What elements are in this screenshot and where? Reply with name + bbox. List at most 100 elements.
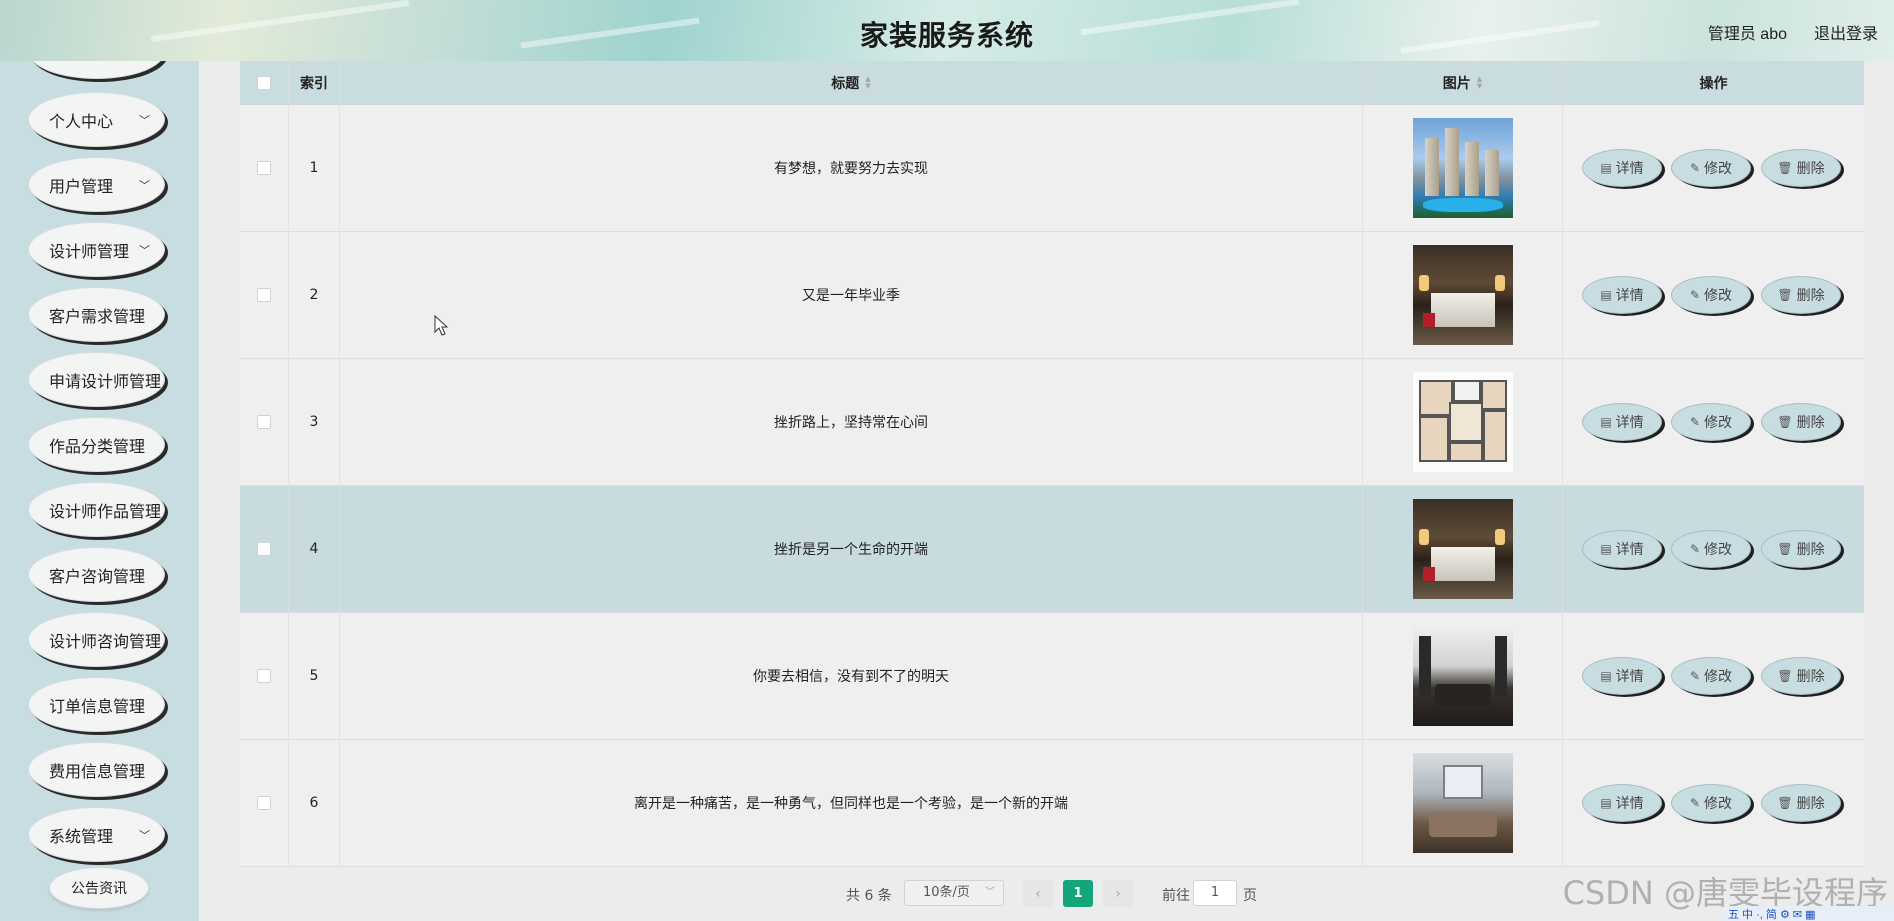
edit-button[interactable]: ✎ 修改 xyxy=(1671,530,1751,568)
detail-button[interactable]: ▤ 详情 xyxy=(1582,530,1662,568)
sidebar-item-label: 作品分类管理 xyxy=(49,436,146,456)
detail-button[interactable]: ▤ 详情 xyxy=(1582,657,1662,695)
table-row[interactable]: 5 你要去相信，没有到不了的明天 ▤ 详情 ✎ 修改 🗑 删除 xyxy=(240,613,1864,740)
row-select-cell xyxy=(240,613,289,739)
select-all-checkbox[interactable] xyxy=(257,76,271,90)
chevron-down-icon: ﹀ xyxy=(985,887,995,898)
table-body: 1 有梦想，就要努力去实现 ▤ 详情 ✎ 修改 🗑 删除 2 又是一年毕业季 ▤ 详情 ✎ 修改 🗑 删除 3 挫… xyxy=(240,105,1864,867)
pencil-icon: ✎ xyxy=(1689,415,1701,429)
sidebar-item-work-categories[interactable]: 作品分类管理 xyxy=(28,417,165,472)
column-header-title[interactable]: 标题 ▲ ▼ xyxy=(340,61,1363,105)
delete-button[interactable]: 🗑 删除 xyxy=(1761,276,1841,314)
row-actions: ▤ 详情 ✎ 修改 🗑 删除 xyxy=(1563,486,1864,612)
row-title: 有梦想，就要努力去实现 xyxy=(340,105,1363,231)
sidebar-item-customer-consultations[interactable]: 客户咨询管理 xyxy=(28,547,165,602)
row-checkbox[interactable] xyxy=(257,288,271,302)
row-checkbox[interactable] xyxy=(257,161,271,175)
sidebar-item-designers[interactable]: 设计师管理 ﹀ xyxy=(28,222,165,277)
table-row[interactable]: 3 挫折路上，坚持常在心间 ▤ 详情 ✎ 修改 🗑 删除 xyxy=(240,359,1864,486)
delete-label: 删除 xyxy=(1796,288,1825,304)
sidebar-item-customer-needs[interactable]: 客户需求管理 xyxy=(28,287,165,342)
sidebar-item-home[interactable]: 首页 xyxy=(28,61,165,79)
edit-button[interactable]: ✎ 修改 xyxy=(1671,657,1751,695)
delete-button[interactable]: 🗑 删除 xyxy=(1761,784,1841,822)
prev-page-button[interactable]: ‹ xyxy=(1023,880,1053,907)
sidebar-item-orders[interactable]: 订单信息管理 xyxy=(28,677,165,732)
ime-toolbar: 五 中 ·, 简 ⚙ ✉ ▦ xyxy=(1722,906,1894,921)
sidebar-item-designer-consultations[interactable]: 设计师咨询管理 xyxy=(28,612,165,667)
header: 家装服务系统 管理员 abo 退出登录 xyxy=(0,0,1894,61)
sidebar-item-personal-center[interactable]: 个人中心 ﹀ xyxy=(28,92,165,147)
delete-button[interactable]: 🗑 删除 xyxy=(1761,403,1841,441)
table-row[interactable]: 2 又是一年毕业季 ▤ 详情 ✎ 修改 🗑 删除 xyxy=(240,232,1864,359)
sidebar-item-label: 设计师管理 xyxy=(49,241,130,261)
table-row[interactable]: 4 挫折是另一个生命的开端 ▤ 详情 ✎ 修改 🗑 删除 xyxy=(240,486,1864,613)
sort-icon[interactable]: ▲ ▼ xyxy=(1477,76,1482,90)
column-header-actions: 操作 xyxy=(1699,76,1728,92)
document-icon: ▤ xyxy=(1600,288,1612,302)
detail-button[interactable]: ▤ 详情 xyxy=(1582,149,1662,187)
pencil-icon: ✎ xyxy=(1689,796,1701,810)
detail-button[interactable]: ▤ 详情 xyxy=(1582,276,1662,314)
chevron-left-icon: ‹ xyxy=(1035,885,1041,902)
page-size-select[interactable]: 10条/页 ﹀ xyxy=(904,880,1004,906)
detail-button[interactable]: ▤ 详情 xyxy=(1582,784,1662,822)
sidebar-item-users[interactable]: 用户管理 ﹀ xyxy=(28,157,165,212)
edit-button[interactable]: ✎ 修改 xyxy=(1671,403,1751,441)
edit-label: 修改 xyxy=(1704,796,1733,812)
row-index: 5 xyxy=(289,613,340,739)
row-image xyxy=(1412,753,1513,853)
delete-button[interactable]: 🗑 删除 xyxy=(1761,530,1841,568)
edit-label: 修改 xyxy=(1704,288,1733,304)
sidebar-item-fees[interactable]: 费用信息管理 xyxy=(28,742,165,797)
table-row[interactable]: 6 离开是一种痛苦，是一种勇气，但同样也是一个考验，是一个新的开端 ▤ 详情 ✎ 修改 🗑 删… xyxy=(240,740,1864,867)
trash-icon: 🗑 xyxy=(1777,542,1793,556)
row-checkbox[interactable] xyxy=(257,542,271,556)
document-icon: ▤ xyxy=(1600,161,1612,175)
row-title: 又是一年毕业季 xyxy=(340,232,1363,358)
column-header-image[interactable]: 图片 ▲ ▼ xyxy=(1363,61,1563,105)
row-checkbox[interactable] xyxy=(257,796,271,810)
edit-button[interactable]: ✎ 修改 xyxy=(1671,149,1751,187)
sidebar-item-designer-applications[interactable]: 申请设计师管理 xyxy=(28,352,165,407)
sort-icon[interactable]: ▲ ▼ xyxy=(865,76,870,90)
column-header-index[interactable]: 索引 xyxy=(289,61,340,105)
row-actions: ▤ 详情 ✎ 修改 🗑 删除 xyxy=(1563,232,1864,358)
row-title: 离开是一种痛苦，是一种勇气，但同样也是一个考验，是一个新的开端 xyxy=(340,740,1363,866)
next-page-button[interactable]: › xyxy=(1103,880,1133,907)
trash-icon: 🗑 xyxy=(1777,161,1793,175)
row-title: 挫折是另一个生命的开端 xyxy=(340,486,1363,612)
row-actions: ▤ 详情 ✎ 修改 🗑 删除 xyxy=(1563,359,1864,485)
sidebar-item-designer-works[interactable]: 设计师作品管理 xyxy=(28,482,165,537)
delete-label: 删除 xyxy=(1796,669,1825,685)
select-all-cell xyxy=(240,61,289,105)
row-actions: ▤ 详情 ✎ 修改 🗑 删除 xyxy=(1563,105,1864,231)
page-title: 家装服务系统 xyxy=(859,19,1034,52)
trash-icon: 🗑 xyxy=(1777,415,1793,429)
delete-label: 删除 xyxy=(1796,542,1825,558)
row-title: 你要去相信，没有到不了的明天 xyxy=(340,613,1363,739)
row-image xyxy=(1412,499,1513,599)
row-actions: ▤ 详情 ✎ 修改 🗑 删除 xyxy=(1563,613,1864,739)
edit-button[interactable]: ✎ 修改 xyxy=(1671,784,1751,822)
delete-button[interactable]: 🗑 删除 xyxy=(1761,149,1841,187)
row-image xyxy=(1412,626,1513,726)
page-number-current[interactable]: 1 xyxy=(1063,880,1093,907)
column-header-label: 标题 xyxy=(831,76,860,92)
detail-button[interactable]: ▤ 详情 xyxy=(1582,403,1662,441)
row-image xyxy=(1412,245,1513,345)
logout-link[interactable]: 退出登录 xyxy=(1814,20,1878,44)
row-image xyxy=(1412,372,1513,472)
sidebar-item-system[interactable]: 系统管理 ﹀ xyxy=(28,807,165,862)
delete-button[interactable]: 🗑 删除 xyxy=(1761,657,1841,695)
user-label: 管理员 abo xyxy=(1707,26,1787,43)
goto-page-input[interactable]: 1 xyxy=(1193,880,1237,906)
pencil-icon: ✎ xyxy=(1689,669,1701,683)
document-icon: ▤ xyxy=(1600,542,1612,556)
row-checkbox[interactable] xyxy=(257,415,271,429)
row-checkbox[interactable] xyxy=(257,669,271,683)
row-title: 挫折路上，坚持常在心间 xyxy=(340,359,1363,485)
table-row[interactable]: 1 有梦想，就要努力去实现 ▤ 详情 ✎ 修改 🗑 删除 xyxy=(240,105,1864,232)
edit-button[interactable]: ✎ 修改 xyxy=(1671,276,1751,314)
document-icon: ▤ xyxy=(1600,415,1612,429)
